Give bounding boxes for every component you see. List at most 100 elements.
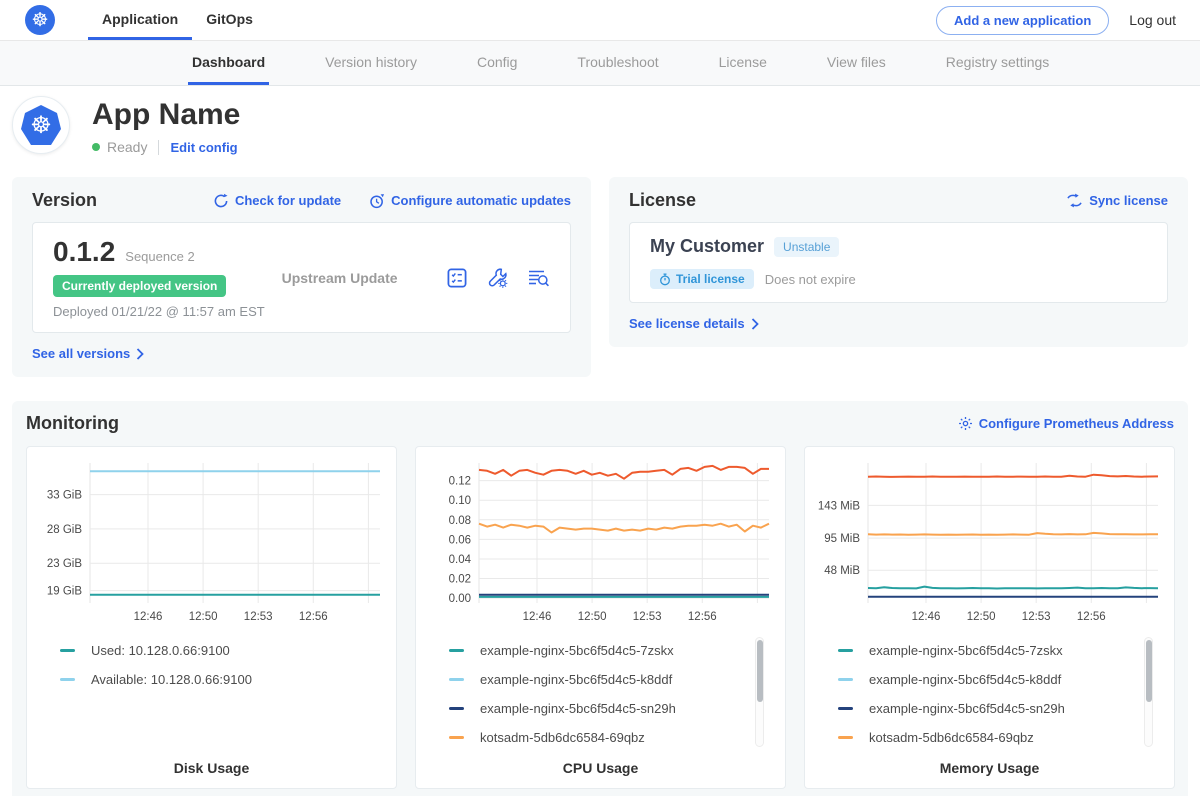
legend-swatch — [838, 649, 853, 652]
license-card: License Sync license My Customer Unstabl… — [609, 177, 1188, 347]
legend-scrollbar-thumb[interactable] — [1146, 640, 1152, 702]
legend-item: example-nginx-5bc6f5d4c5-sn29h — [427, 694, 774, 723]
app-avatar: ☸ — [12, 96, 70, 154]
configure-automatic-updates-link[interactable]: Configure automatic updates — [369, 193, 571, 209]
legend-swatch — [838, 707, 853, 710]
tab-version-history[interactable]: Version history — [321, 41, 421, 85]
legend-label: example-nginx-5bc6f5d4c5-k8ddf — [480, 672, 672, 687]
deploy-logs-button[interactable] — [527, 268, 550, 288]
svg-text:0.12: 0.12 — [449, 476, 471, 488]
topnav-tabs: ApplicationGitOps — [88, 0, 267, 40]
memory-usage-plot: 143 MiB95 MiB48 MiB12:4612:5012:5312:56 — [816, 457, 1164, 625]
update-schedule-icon — [369, 193, 385, 209]
chart-memory-usage: 143 MiB95 MiB48 MiB12:4612:5012:5312:56e… — [804, 446, 1175, 789]
svg-text:12:56: 12:56 — [1077, 611, 1106, 623]
legend-swatch — [449, 678, 464, 681]
edit-config-link[interactable]: Edit config — [170, 140, 237, 155]
version-card: Version Check for update Configure autom… — [12, 177, 591, 377]
svg-text:0.00: 0.00 — [449, 593, 471, 605]
wrench-gear-icon — [486, 267, 509, 289]
checklist-icon — [446, 267, 468, 289]
see-license-details-link[interactable]: See license details — [629, 316, 759, 331]
svg-text:12:46: 12:46 — [523, 611, 552, 623]
top-nav: ☸ ApplicationGitOps Add a new applicatio… — [0, 0, 1200, 41]
kubernetes-logo-icon: ☸ — [25, 5, 55, 35]
version-source-label: Upstream Update — [282, 270, 398, 286]
svg-text:12:53: 12:53 — [244, 611, 273, 623]
configure-prometheus-link[interactable]: Configure Prometheus Address — [958, 416, 1174, 431]
svg-text:0.02: 0.02 — [449, 574, 471, 586]
legend-scrollbar[interactable] — [1144, 637, 1153, 747]
legend-label: example-nginx-5bc6f5d4c5-7zskx — [869, 643, 1063, 658]
legend-label: example-nginx-5bc6f5d4c5-7zskx — [480, 643, 674, 658]
page-title: App Name — [92, 98, 240, 132]
legend-label: kotsadm-5db6dc6584-69qbz — [480, 730, 645, 745]
legend-item: example-nginx-5bc6f5d4c5-k8ddf — [427, 665, 774, 694]
license-card-title: License — [629, 190, 696, 211]
chart-cpu-usage: 0.120.100.080.060.040.020.0012:4612:5012… — [415, 446, 786, 789]
legend-swatch — [449, 649, 464, 652]
chevron-right-icon — [136, 348, 144, 360]
legend-scrollbar[interactable] — [755, 637, 764, 747]
tab-troubleshoot[interactable]: Troubleshoot — [573, 41, 662, 85]
legend-swatch — [60, 678, 75, 681]
currently-deployed-badge: Currently deployed version — [53, 275, 226, 297]
version-card-title: Version — [32, 190, 97, 211]
svg-text:0.06: 0.06 — [449, 534, 471, 546]
legend-scrollbar-thumb[interactable] — [757, 640, 763, 702]
see-all-versions-link[interactable]: See all versions — [32, 346, 144, 361]
gear-icon — [958, 416, 973, 431]
tab-dashboard[interactable]: Dashboard — [188, 41, 269, 85]
chart-title: CPU Usage — [427, 760, 774, 776]
tab-config[interactable]: Config — [473, 41, 521, 85]
legend-swatch — [838, 736, 853, 739]
svg-text:12:50: 12:50 — [578, 611, 607, 623]
tab-view-files[interactable]: View files — [823, 41, 890, 85]
version-sequence: Sequence 2 — [125, 249, 194, 264]
tab-registry-settings[interactable]: Registry settings — [942, 41, 1053, 85]
cpu-usage-legend: example-nginx-5bc6f5d4c5-7zskx example-ng… — [427, 634, 774, 752]
legend-label: example-nginx-5bc6f5d4c5-sn29h — [869, 701, 1065, 716]
preflight-checks-button[interactable] — [446, 267, 468, 289]
customer-name: My Customer — [650, 236, 764, 257]
svg-text:33 GiB: 33 GiB — [47, 490, 82, 502]
svg-text:12:56: 12:56 — [299, 611, 328, 623]
edit-config-button[interactable] — [486, 267, 509, 289]
svg-text:0.10: 0.10 — [449, 495, 471, 507]
memory-usage-legend: example-nginx-5bc6f5d4c5-7zskx example-ng… — [816, 634, 1163, 752]
svg-text:12:50: 12:50 — [967, 611, 996, 623]
legend-item: example-nginx-5bc6f5d4c5-7zskx — [816, 636, 1163, 665]
monitoring-title: Monitoring — [26, 413, 119, 434]
check-for-update-link[interactable]: Check for update — [213, 193, 341, 209]
svg-text:12:50: 12:50 — [189, 611, 218, 623]
channel-badge: Unstable — [774, 237, 839, 257]
license-expiry: Does not expire — [765, 272, 856, 287]
status-badge: Ready — [107, 139, 147, 155]
legend-label: Available: 10.128.0.66:9100 — [91, 672, 252, 687]
trial-license-badge: Trial license — [650, 269, 754, 289]
logout-button[interactable]: Log out — [1129, 12, 1176, 28]
sync-icon — [1066, 193, 1083, 208]
license-box: My Customer Unstable Trial license Does … — [629, 222, 1168, 303]
disk-usage-plot: 33 GiB28 GiB23 GiB19 GiB12:4612:5012:531… — [38, 457, 386, 625]
legend-swatch — [838, 678, 853, 681]
topnav-tab-gitops[interactable]: GitOps — [192, 0, 267, 40]
add-application-button[interactable]: Add a new application — [936, 6, 1109, 35]
monitoring-card: Monitoring Configure Prometheus Address … — [12, 401, 1188, 796]
svg-text:0.04: 0.04 — [449, 554, 472, 566]
app-sub-nav: Dashboard Version history Config Troublesho… — [0, 41, 1200, 86]
topnav-tab-application[interactable]: Application — [88, 0, 192, 40]
legend-item: example-nginx-5bc6f5d4c5-7zskx — [427, 636, 774, 665]
charts-row: 33 GiB28 GiB23 GiB19 GiB12:4612:5012:531… — [26, 446, 1174, 789]
legend-swatch — [449, 736, 464, 739]
svg-text:19 GiB: 19 GiB — [47, 586, 82, 598]
legend-item: example-nginx-5bc6f5d4c5-k8ddf — [816, 665, 1163, 694]
legend-swatch — [449, 707, 464, 710]
disk-usage-legend: Used: 10.128.0.66:9100Available: 10.128.… — [38, 634, 385, 752]
svg-text:48 MiB: 48 MiB — [824, 565, 860, 577]
cpu-usage-plot: 0.120.100.080.060.040.020.0012:4612:5012… — [427, 457, 775, 625]
tab-license[interactable]: License — [715, 41, 771, 85]
kubernetes-app-icon: ☸ — [21, 105, 61, 145]
chart-title: Disk Usage — [38, 760, 385, 776]
sync-license-link[interactable]: Sync license — [1066, 193, 1168, 208]
